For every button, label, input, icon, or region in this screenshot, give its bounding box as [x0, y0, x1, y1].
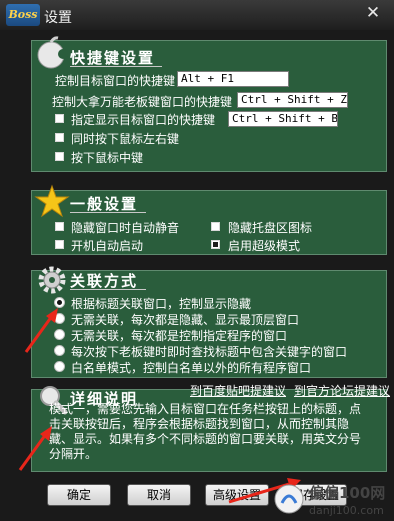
mouse-lr-label: 同时按下鼠标左右键 [71, 132, 180, 146]
official-forum-link[interactable]: 到官方论坛提建议 [294, 382, 390, 399]
red-arrow-2 [18, 426, 52, 471]
show-hotkey-input[interactable]: Ctrl + Shift + B [228, 111, 338, 127]
baidu-tieba-link[interactable]: 到百度贴吧提建议 [190, 382, 286, 399]
star-icon [34, 184, 70, 218]
general-heading-rule [70, 212, 146, 213]
settings-window: Boss 设置 ✕ 快捷键设置 控制目标窗口的快捷键 Alt + F1 控制大拿… [0, 0, 394, 521]
autostart-checkbox[interactable] [55, 240, 64, 249]
association-heading-rule [70, 289, 146, 290]
mouse-mid-label: 按下鼠标中键 [71, 151, 144, 165]
window-title: 设置 [44, 10, 72, 26]
watermark-logo-icon [274, 484, 304, 514]
boss-hotkey-input[interactable]: Ctrl + Shift + Z [237, 92, 348, 108]
details-text: 模式一，需要您先输入目标窗口在任务栏按钮上的标题，点击关联按钮后，程序会根据标题… [49, 402, 362, 461]
super-mode-checkbox[interactable] [211, 240, 220, 249]
assoc-option-2-label: 无需关联，每次都是隐藏、显示最顶层窗口 [71, 313, 300, 327]
title-bar[interactable]: Boss 设置 ✕ [0, 0, 394, 30]
show-hotkey-label: 指定显示目标窗口的快捷键 [71, 113, 216, 127]
target-hotkey-label: 控制目标窗口的快捷键 [55, 74, 176, 88]
app-logo-icon: Boss [6, 4, 40, 26]
auto-mute-checkbox[interactable] [55, 222, 64, 231]
hotkeys-heading: 快捷键设置 [70, 49, 156, 67]
assoc-option-1-label: 根据标题关联窗口，控制显示隐藏 [71, 297, 252, 311]
hotkeys-heading-rule [70, 66, 162, 67]
hide-tray-label: 隐藏托盘区图标 [228, 221, 313, 235]
auto-mute-label: 隐藏窗口时自动静音 [71, 221, 180, 235]
apple-icon [37, 36, 68, 69]
association-heading: 关联方式 [70, 272, 139, 290]
general-heading: 一般设置 [70, 195, 139, 213]
cancel-button[interactable]: 取消 [127, 484, 191, 506]
gear-icon [38, 266, 66, 294]
watermark-site: 偏偏100网 [309, 484, 386, 502]
assoc-option-5-radio[interactable] [54, 361, 65, 372]
super-mode-label: 启用超级模式 [228, 239, 301, 253]
mouse-lr-checkbox[interactable] [55, 133, 64, 142]
assoc-option-3-label: 无需关联，每次都是控制指定程序的窗口 [71, 329, 288, 343]
boss-hotkey-label: 控制大拿万能老板键窗口的快捷键 [52, 95, 233, 109]
ok-button[interactable]: 确定 [47, 484, 111, 506]
assoc-option-5-label: 白名单模式，控制白名单以外的所有程序窗口 [71, 361, 312, 375]
autostart-label: 开机自动启动 [71, 239, 144, 253]
target-hotkey-input[interactable]: Alt + F1 [177, 71, 289, 87]
hide-tray-checkbox[interactable] [211, 222, 220, 231]
show-hotkey-checkbox[interactable] [55, 114, 64, 123]
close-button[interactable]: ✕ [362, 2, 384, 24]
watermark: 偏偏100网 danji100.com [273, 479, 391, 521]
watermark-url: danji100.com [309, 504, 384, 517]
assoc-option-4-label: 每次按下老板键时即时查找标题中包含关键字的窗口 [71, 345, 348, 359]
red-arrow-1 [24, 308, 58, 353]
mouse-mid-checkbox[interactable] [55, 152, 64, 161]
